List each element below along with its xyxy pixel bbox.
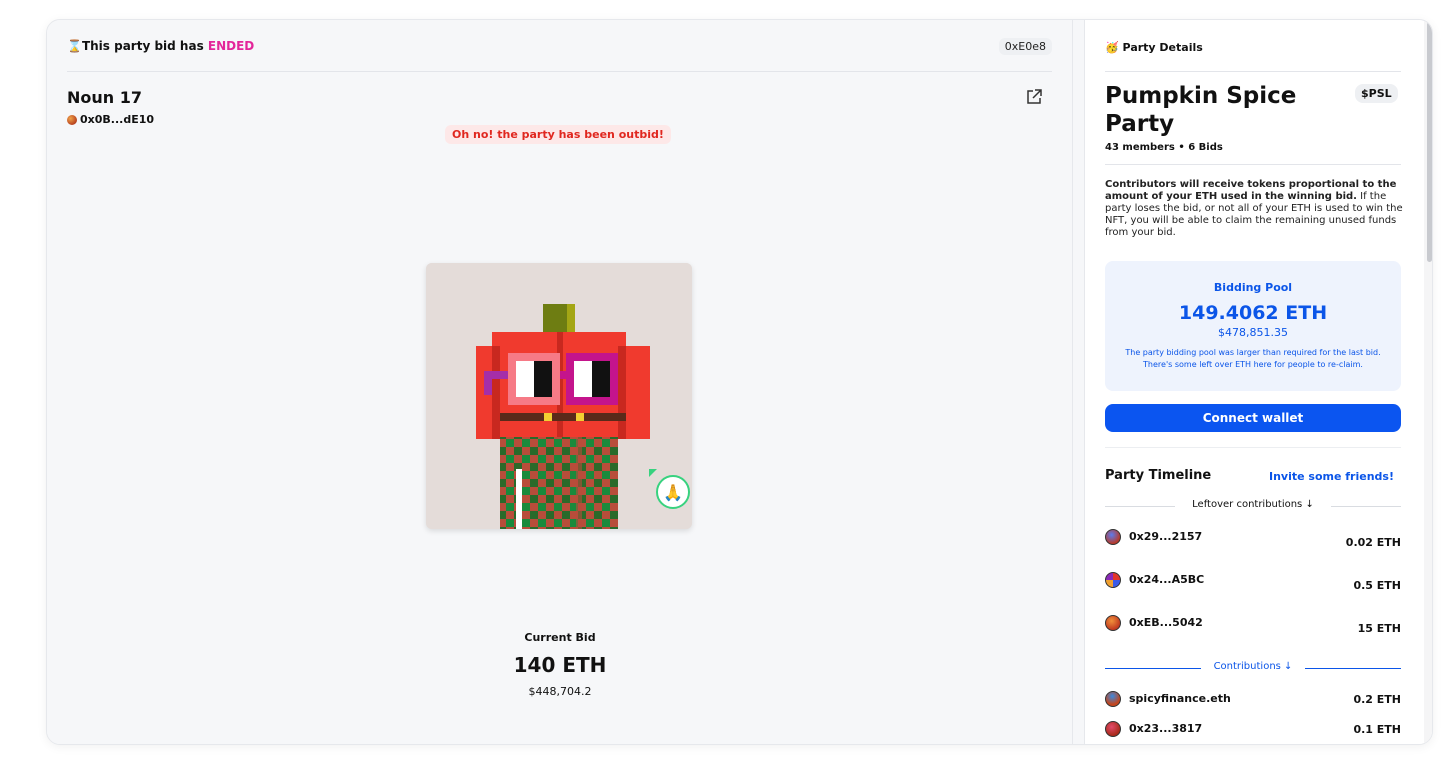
leftover-separator: Leftover contributions ↓ [1105,499,1401,513]
bidding-pool-usd: $478,851.35 [1218,326,1288,339]
contributor-avatar [1105,615,1121,631]
party-timeline-title: Party Timeline [1105,468,1212,483]
pray-icon: 🙏 [663,482,683,502]
party-members: 43 members • 6 Bids [1105,142,1223,153]
party-details-panel: 🥳 Party Details Pumpkin Spice Party $PSL… [1084,20,1432,744]
list-item[interactable]: 0x29...2157 0.02 ETH [1105,529,1401,549]
nft-title: Noun 17 [67,88,142,107]
list-item[interactable]: 0x23...3817 0.1 ETH [1105,721,1401,741]
reaction-button[interactable]: 🙏 [656,475,690,509]
connect-wallet-button[interactable]: Connect wallet [1105,404,1401,432]
divider [1105,447,1401,448]
contract-address-badge[interactable]: 0xE0e8 [998,38,1052,55]
list-item[interactable]: 0xEB...5042 15 ETH [1105,615,1401,635]
party-name: Pumpkin Spice Party [1105,83,1297,137]
scrollbar-thumb[interactable] [1427,22,1432,262]
bidding-pool-eth: 149.4062 ETH [1178,302,1328,324]
contributor-avatar [1105,691,1121,707]
status-bar: ⌛This party bid has ENDED 0xE0e8 [67,38,1052,72]
nft-owner[interactable]: 0x0B...dE10 [67,113,154,126]
bidding-pool-note: The party bidding pool was larger than r… [1125,348,1381,369]
status-ended: ENDED [207,39,255,53]
list-item[interactable]: spicyfinance.eth 0.2 ETH [1105,691,1401,711]
owner-avatar [67,114,77,125]
token-symbol-badge: $PSL [1355,84,1398,103]
party-details-header: 🥳 Party Details [1105,38,1401,72]
contributions-separator: Contributions ↓ [1105,661,1401,675]
nft-image[interactable] [426,263,692,529]
current-bid-label: Current Bid [524,631,596,644]
contributor-avatar [1105,721,1121,737]
external-link-icon[interactable] [1025,88,1043,106]
party-icon: 🥳 [1105,41,1119,54]
contributor-avatar [1105,529,1121,545]
list-item[interactable]: 0x24...A5BC 0.5 ETH [1105,572,1401,592]
app-window: ⌛This party bid has ENDED 0xE0e8 Noun 17… [46,19,1433,745]
divider [1105,164,1401,165]
party-info-text: Contributors will receive tokens proport… [1105,179,1403,238]
current-bid-usd: $448,704.2 [528,685,592,698]
noun-artwork [426,263,692,529]
auction-panel: ⌛This party bid has ENDED 0xE0e8 Noun 17… [47,20,1073,744]
bidding-pool-title: Bidding Pool [1213,281,1293,294]
hourglass-icon: ⌛ [67,39,82,53]
current-bid-value: 140 ETH [513,653,607,677]
contributor-avatar [1105,572,1121,588]
status-text: ⌛This party bid has ENDED [67,39,255,53]
outbid-notice: Oh no! the party has been outbid! [445,125,671,144]
bidding-pool-card: Bidding Pool 149.4062 ETH $478,851.35 Th… [1105,261,1401,391]
invite-friends-link[interactable]: Invite some friends! [1269,470,1394,483]
